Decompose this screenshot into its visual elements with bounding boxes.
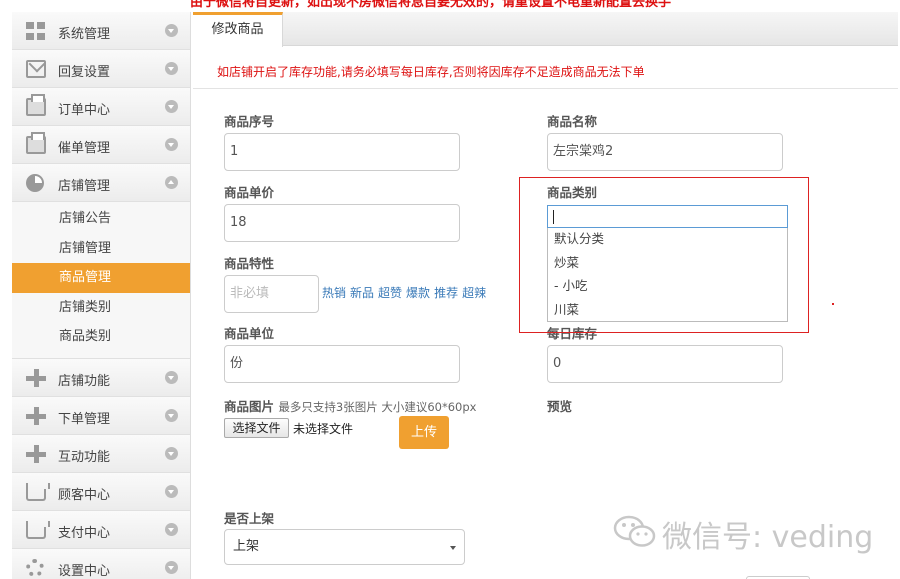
printer-icon — [26, 132, 46, 154]
tab-edit-product[interactable]: 修改商品 — [193, 12, 283, 47]
chevron-down-icon — [450, 546, 456, 550]
sidebar-item-interaction[interactable]: 互动功能 — [12, 434, 190, 473]
sidebar-item-label: 设置中心 — [58, 563, 111, 579]
category-option[interactable]: 炒菜 — [548, 252, 787, 276]
tray-icon — [26, 482, 50, 501]
on-shelf-label: 是否上架 — [224, 511, 275, 526]
sidebar-item-label: 下单管理 — [58, 411, 111, 427]
chevron-down-icon — [165, 370, 178, 384]
submenu-item-product-category[interactable]: 商品类别 — [12, 322, 190, 352]
sidebar-item-label: 回复设置 — [58, 65, 111, 80]
category-option[interactable]: - 小吃 — [548, 275, 787, 299]
sidebar-item-label: 催单管理 — [58, 141, 111, 156]
chevron-down-icon — [165, 484, 178, 498]
product-price-label: 商品单价 — [224, 185, 275, 200]
submenu-item-store-category[interactable]: 店铺类别 — [12, 293, 190, 323]
chevron-down-icon — [165, 138, 178, 151]
stock-warning: 如店铺开启了库存功能,请务必填写每日库存,否则将因库存不足造成商品无法下单 — [217, 65, 645, 79]
divider — [193, 88, 898, 89]
product-index-input[interactable]: 1 — [224, 133, 460, 171]
sidebar-item-payment[interactable]: 支付中心 — [12, 510, 190, 549]
product-name-label: 商品名称 — [547, 114, 598, 129]
product-feature-label: 商品特性 — [224, 256, 275, 271]
chevron-down-icon — [165, 408, 178, 422]
store-submenu: 店铺公告 店铺管理 商品管理 店铺类别 商品类别 — [12, 202, 190, 359]
category-search-input[interactable] — [547, 205, 788, 228]
product-index-label: 商品序号 — [224, 114, 275, 129]
product-unit-label: 商品单位 — [224, 326, 275, 341]
sidebar-item-label: 互动功能 — [58, 449, 111, 465]
chevron-up-icon — [165, 176, 178, 189]
sidebar-item-reply[interactable]: 回复设置 — [12, 50, 190, 88]
category-option[interactable]: 默认分类 — [548, 228, 787, 252]
sidebar-item-orders[interactable]: 订单中心 — [12, 88, 190, 126]
grid-icon — [26, 22, 46, 40]
feature-tag[interactable]: 超赞 — [378, 286, 402, 300]
pie-chart-icon — [26, 174, 44, 192]
feature-tag[interactable]: 热销 — [322, 286, 346, 300]
sidebar-item-ordering[interactable]: 下单管理 — [12, 396, 190, 435]
feature-tag[interactable]: 超辣 — [462, 286, 486, 300]
mail-icon — [26, 60, 46, 78]
choose-file-button[interactable]: 选择文件 — [224, 418, 289, 438]
category-option[interactable]: 川菜 — [548, 299, 787, 323]
tab-bar: 修改商品 — [193, 12, 898, 47]
submenu-item-store-notice[interactable]: 店铺公告 — [12, 204, 190, 234]
plus-icon — [26, 444, 46, 463]
sidebar: 系统管理 回复设置 订单中心 催单管理 店铺管理 店铺公告 店铺管理 商品管理 … — [12, 12, 191, 579]
chevron-down-icon — [165, 560, 178, 574]
chevron-down-icon — [165, 446, 178, 460]
text-cursor — [553, 210, 554, 224]
sidebar-item-reminders[interactable]: 催单管理 — [12, 126, 190, 164]
chevron-down-icon — [165, 522, 178, 536]
submenu-item-store-manage[interactable]: 店铺管理 — [12, 234, 190, 264]
sidebar-item-label: 系统管理 — [58, 27, 111, 42]
product-price-input[interactable]: 18 — [224, 204, 460, 242]
sidebar-item-customers[interactable]: 顾客中心 — [12, 472, 190, 511]
wechat-logo-icon — [613, 515, 656, 547]
sidebar-item-store-features[interactable]: 店铺功能 — [12, 358, 190, 397]
sidebar-item-label: 店铺功能 — [58, 373, 111, 389]
watermark-text: 微信号: veding — [662, 520, 874, 555]
product-feature-input[interactable]: 非必填 — [224, 275, 319, 313]
chevron-down-icon — [165, 24, 178, 37]
feature-tag[interactable]: 新品 — [350, 286, 374, 300]
submenu-item-product-manage[interactable]: 商品管理 — [12, 263, 190, 293]
product-unit-input[interactable]: 份 — [224, 345, 460, 383]
preview-label: 预览 — [547, 399, 573, 414]
printer-icon — [26, 94, 46, 116]
plus-icon — [26, 368, 46, 387]
sidebar-item-label: 顾客中心 — [58, 487, 111, 503]
sidebar-item-system[interactable]: 系统管理 — [12, 12, 190, 50]
product-name-input[interactable]: 左宗棠鸡2 — [547, 133, 783, 171]
sidebar-item-label: 支付中心 — [58, 525, 111, 541]
feature-tag[interactable]: 推荐 — [434, 286, 458, 300]
feature-tag[interactable]: 爆款 — [406, 286, 430, 300]
on-shelf-value: 上架 — [233, 539, 260, 554]
sidebar-item-settings[interactable]: 设置中心 — [12, 548, 190, 579]
on-shelf-select[interactable]: 上架 — [224, 529, 465, 565]
stray-dot — [832, 303, 834, 305]
product-image-label-text: 商品图片 — [224, 399, 275, 414]
product-image-label: 商品图片 最多只支持3张图片 大小建议60*60px — [224, 396, 476, 415]
sidebar-item-label: 店铺管理 — [58, 179, 111, 194]
top-notice: 由于微信将自更新，如出现不房微信将息自要无效的，请重设置不电重新配置去换手 — [190, 0, 672, 10]
sidebar-item-store[interactable]: 店铺管理 — [12, 164, 190, 202]
image-hint: 最多只支持3张图片 大小建议60*60px — [278, 400, 477, 414]
chevron-down-icon — [165, 62, 178, 75]
upload-button[interactable]: 上传 — [399, 416, 449, 449]
category-options-list: 默认分类 炒菜 - 小吃 川菜 — [547, 228, 788, 322]
sidebar-item-label: 订单中心 — [58, 103, 111, 118]
tray-icon — [26, 520, 50, 539]
chevron-down-icon — [165, 100, 178, 113]
gear-icon — [26, 558, 44, 577]
file-status: 未选择文件 — [293, 422, 354, 436]
feature-tags: 热销 新品 超赞 爆款 推荐 超辣 — [322, 284, 490, 301]
plus-icon — [26, 406, 46, 425]
daily-stock-input[interactable]: 0 — [547, 345, 783, 383]
